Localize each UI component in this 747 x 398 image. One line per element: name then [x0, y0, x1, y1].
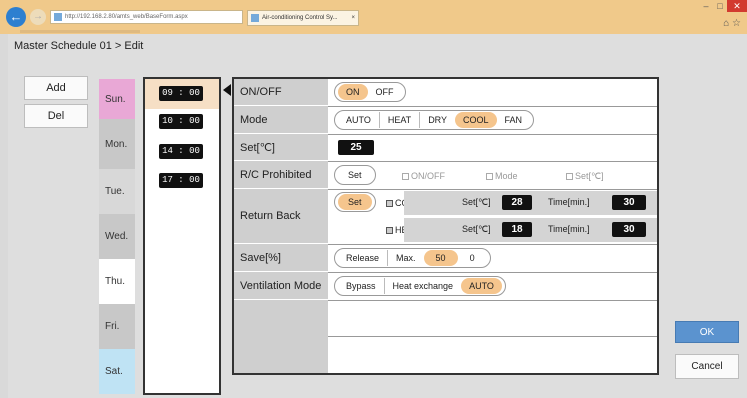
add-button[interactable]: Add: [24, 76, 88, 100]
ventilation-option-auto[interactable]: AUTO: [461, 278, 502, 294]
row-divider: [328, 244, 657, 245]
ok-button[interactable]: OK: [675, 321, 739, 343]
selection-pointer-icon: [223, 84, 231, 96]
address-text: http://192.168.2.80/amts_web/BaseForm.as…: [65, 14, 188, 20]
save-label: Save[%]: [234, 244, 328, 272]
save-option-max[interactable]: Max.: [387, 250, 424, 266]
time-slot[interactable]: 09 : 00: [159, 86, 203, 101]
rc-prohibited-set-label[interactable]: Set: [338, 167, 372, 183]
mode-label: Mode: [234, 106, 328, 134]
toolbar-divider: [20, 30, 140, 33]
day-tab-friday[interactable]: Fri.: [99, 304, 135, 349]
onoff-toggle: ON OFF: [334, 82, 406, 102]
return-back-set-button: Set: [334, 192, 376, 212]
checkbox-icon: [486, 173, 493, 181]
row-divider: [328, 272, 657, 273]
day-tab-saturday[interactable]: Sat.: [99, 349, 135, 394]
mode-option-auto[interactable]: AUTO: [338, 112, 379, 128]
rc-prohibited-settemp-checkbox[interactable]: Set[℃]: [566, 171, 604, 182]
tab-title: Air-conditioning Control Sy...: [262, 15, 338, 21]
cool-time-label: Time[min.]: [548, 197, 590, 207]
minimize-icon[interactable]: –: [699, 0, 713, 12]
app-window: Master Schedule 01 > Edit Add Del Sun. M…: [8, 34, 747, 398]
cool-set-label: Set[℃]: [462, 197, 491, 207]
cool-set-value[interactable]: 28: [502, 195, 532, 210]
set-temp-label: Set[℃]: [234, 134, 328, 161]
set-temp-value[interactable]: 25: [338, 140, 374, 155]
forward-arrow-icon[interactable]: →: [30, 9, 46, 25]
rc-prohibited-label: R/C Prohibited: [234, 161, 328, 189]
day-tab-sunday[interactable]: Sun.: [99, 79, 135, 119]
tab-close-icon[interactable]: ×: [351, 11, 355, 25]
mode-option-heat[interactable]: HEAT: [378, 112, 419, 128]
return-back-label: Return Back: [234, 189, 328, 244]
onoff-label: ON/OFF: [234, 79, 328, 106]
day-tab-monday[interactable]: Mon.: [99, 119, 135, 169]
heat-set-label: Set[℃]: [462, 224, 491, 234]
save-option-release[interactable]: Release: [338, 250, 387, 266]
tab-favicon-icon: [251, 14, 259, 22]
checkbox-label: ON/OFF: [411, 171, 445, 181]
mode-option-dry[interactable]: DRY: [419, 112, 455, 128]
browser-tab[interactable]: Air-conditioning Control Sy... ×: [247, 10, 359, 26]
ventilation-option-bypass[interactable]: Bypass: [338, 278, 384, 294]
window-controls: – □ ✕: [699, 0, 747, 14]
checkbox-icon: [386, 227, 393, 235]
close-window-icon[interactable]: ✕: [727, 0, 747, 12]
back-arrow-icon[interactable]: ←: [6, 7, 26, 27]
day-tab-thursday[interactable]: Thu.: [99, 259, 135, 304]
checkbox-label: Set[℃]: [575, 171, 604, 181]
settings-panel: ON/OFF ON OFF Mode AUTO HEAT DRY COOL FA…: [232, 77, 659, 375]
save-option-0[interactable]: 0: [458, 250, 487, 266]
time-slot[interactable]: 14 : 00: [159, 144, 203, 159]
onoff-option-on[interactable]: ON: [338, 84, 368, 100]
heat-time-label: Time[min.]: [548, 224, 590, 234]
home-favorites-icons[interactable]: ⌂ ☆: [723, 18, 741, 29]
address-bar[interactable]: http://192.168.2.80/amts_web/BaseForm.as…: [50, 10, 243, 24]
mode-selector: AUTO HEAT DRY COOL FAN: [334, 110, 535, 130]
row-divider: [328, 189, 657, 190]
cool-time-value[interactable]: 30: [612, 195, 646, 210]
time-slot[interactable]: 10 : 00: [159, 114, 203, 129]
return-back-set-label[interactable]: Set: [338, 194, 372, 210]
time-slot-list: 09 : 00 10 : 00 14 : 00 17 : 00: [143, 77, 221, 395]
delete-button[interactable]: Del: [24, 104, 88, 128]
time-slot[interactable]: 17 : 00: [159, 173, 203, 188]
page-favicon-icon: [54, 13, 62, 21]
browser-chrome: ← → http://192.168.2.80/amts_web/BaseFor…: [0, 0, 747, 34]
page-title: Master Schedule 01 > Edit: [14, 40, 144, 52]
heat-set-value[interactable]: 18: [502, 222, 532, 237]
day-tab-tuesday[interactable]: Tue.: [99, 169, 135, 214]
checkbox-label: Mode: [495, 171, 518, 181]
mode-option-cool[interactable]: COOL: [455, 112, 497, 128]
row-divider: [328, 161, 657, 162]
checkbox-icon: [402, 173, 409, 181]
row-divider: [328, 106, 657, 107]
rc-prohibited-set-button: Set: [334, 165, 376, 185]
cancel-button[interactable]: Cancel: [675, 354, 739, 379]
mode-option-fan[interactable]: FAN: [497, 112, 531, 128]
save-option-50[interactable]: 50: [423, 250, 458, 266]
row-divider: [328, 134, 657, 135]
rc-prohibited-onoff-checkbox[interactable]: ON/OFF: [402, 171, 445, 181]
row-divider: [328, 300, 657, 301]
ventilation-label: Ventilation Mode: [234, 272, 328, 300]
rc-prohibited-mode-checkbox[interactable]: Mode: [486, 171, 518, 181]
save-selector: Release Max. 50 0: [334, 248, 491, 268]
checkbox-icon: [566, 173, 573, 181]
ventilation-option-heat-exchange[interactable]: Heat exchange: [383, 278, 462, 294]
onoff-option-off[interactable]: OFF: [368, 84, 402, 100]
row-divider: [328, 336, 657, 337]
checkbox-icon: [386, 200, 393, 208]
maximize-icon[interactable]: □: [713, 0, 727, 12]
day-tab-wednesday[interactable]: Wed.: [99, 214, 135, 259]
heat-time-value[interactable]: 30: [612, 222, 646, 237]
ventilation-selector: Bypass Heat exchange AUTO: [334, 276, 506, 296]
